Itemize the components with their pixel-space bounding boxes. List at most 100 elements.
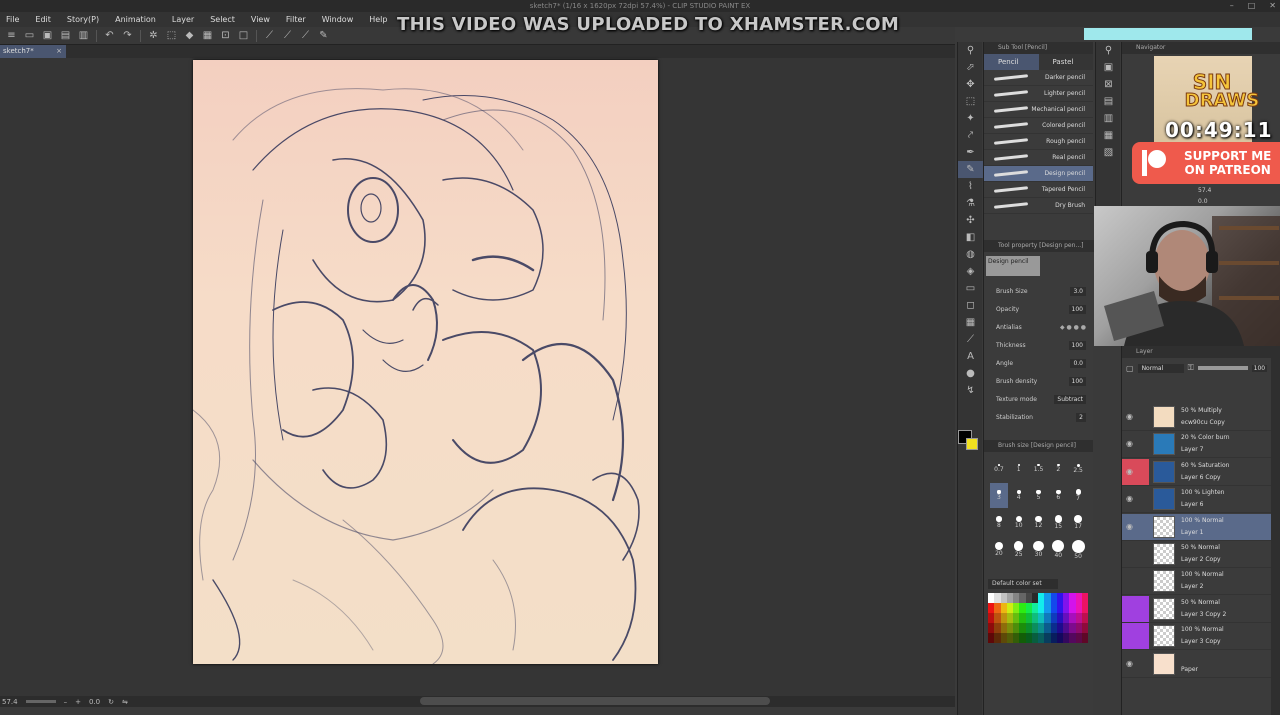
menu-select[interactable]: Select bbox=[210, 15, 235, 24]
prop-value[interactable]: 100 bbox=[1068, 340, 1086, 350]
prop-thickness[interactable]: Thickness 100 bbox=[984, 336, 1094, 354]
prop-texture-mode[interactable]: Texture mode Subtract bbox=[984, 390, 1094, 408]
opacity-slider[interactable] bbox=[1197, 366, 1248, 370]
brush-size-cell[interactable]: 15 bbox=[1049, 510, 1067, 535]
brush-rough-pencil[interactable]: Rough pencil bbox=[984, 134, 1093, 150]
brush-size-cell[interactable]: 40 bbox=[1049, 537, 1067, 562]
pen-setting-icon[interactable]: ✎ bbox=[318, 30, 329, 41]
tab-pastel[interactable]: Pastel bbox=[1039, 54, 1094, 70]
balloon-tool-icon[interactable]: ● bbox=[958, 365, 983, 382]
eyedropper-icon[interactable]: ⤤ bbox=[958, 127, 983, 144]
ruler-tool-icon[interactable]: ⟋ bbox=[958, 331, 983, 348]
layer-row[interactable]: ◉ 100 % Lighten Layer 6 bbox=[1122, 486, 1280, 514]
visibility-eye-icon[interactable]: ◉ bbox=[1126, 439, 1136, 449]
zoom-slider[interactable] bbox=[25, 700, 56, 703]
brush-size-cell[interactable]: 12 bbox=[1030, 510, 1048, 535]
layer-row[interactable]: ◉ 50 % Multiply ecw90cu Copy bbox=[1122, 404, 1280, 431]
frame-tool-icon[interactable]: ▦ bbox=[958, 314, 983, 331]
flip-icon[interactable]: ⇋ bbox=[122, 698, 128, 706]
layer-props-icon[interactable]: ▢ bbox=[1126, 364, 1134, 373]
menu-view[interactable]: View bbox=[251, 15, 270, 24]
blend-mode-select[interactable]: Normal bbox=[1137, 363, 1184, 373]
visibility-eye-icon[interactable]: ◉ bbox=[1126, 412, 1136, 422]
prop-value[interactable]: 100 bbox=[1068, 376, 1086, 386]
crop-icon[interactable]: ⊡ bbox=[220, 30, 231, 41]
drawing-canvas[interactable] bbox=[193, 60, 658, 664]
brush-size-cell[interactable]: 3 bbox=[990, 483, 1008, 508]
history-icon[interactable]: ▦ bbox=[1096, 127, 1121, 144]
brush-size-cell[interactable]: 1 bbox=[1010, 456, 1028, 481]
close-panel-icon[interactable]: ⊠ bbox=[1096, 76, 1121, 93]
layer-row[interactable]: 100 % Normal Layer 3 Copy bbox=[1122, 623, 1280, 651]
prop-value[interactable]: 3.0 bbox=[1070, 286, 1086, 296]
brush-size-cell[interactable]: 2.5 bbox=[1069, 456, 1087, 481]
undo-icon[interactable]: ↶ bbox=[104, 30, 115, 41]
redo-icon[interactable]: ↷ bbox=[122, 30, 133, 41]
menu-window[interactable]: Window bbox=[322, 15, 354, 24]
layer-row[interactable]: 50 % Normal Layer 2 Copy bbox=[1122, 541, 1280, 568]
minimize-button[interactable]: – bbox=[1230, 0, 1234, 12]
brush-size-cell[interactable]: 25 bbox=[1010, 537, 1028, 562]
visibility-eye-icon[interactable]: ◉ bbox=[1126, 467, 1136, 477]
prop-antialias[interactable]: Antialias ◆ ● ● ● bbox=[984, 318, 1094, 336]
grid-icon[interactable]: ▦ bbox=[202, 30, 213, 41]
fill-icon[interactable]: ◆ bbox=[184, 30, 195, 41]
export-icon[interactable]: ▥ bbox=[78, 30, 89, 41]
figure-tool-icon[interactable]: ◻ bbox=[958, 297, 983, 314]
brush-size-cell[interactable]: 4 bbox=[1010, 483, 1028, 508]
visibility-eye-icon[interactable] bbox=[1126, 631, 1136, 641]
material-icon[interactable]: ▣ bbox=[1096, 59, 1121, 76]
perspective-icon[interactable]: ⟋ bbox=[300, 30, 311, 41]
brush-size-cell[interactable]: 6 bbox=[1049, 483, 1067, 508]
layer-scrollbar[interactable] bbox=[1271, 346, 1280, 715]
search-icon[interactable]: ⚲ bbox=[1096, 42, 1121, 59]
close-button[interactable]: ✕ bbox=[1269, 0, 1276, 12]
opacity-value[interactable]: 100 bbox=[1251, 364, 1268, 372]
prop-value[interactable]: Subtract bbox=[1054, 394, 1086, 404]
color-swatches[interactable] bbox=[958, 430, 980, 452]
blend-tool-icon[interactable]: ◍ bbox=[958, 246, 983, 263]
palette-swatch[interactable] bbox=[1081, 623, 1088, 633]
menu-filter[interactable]: Filter bbox=[286, 15, 306, 24]
open-folder-icon[interactable]: ▣ bbox=[42, 30, 53, 41]
brush-size-cell[interactable]: 0.7 bbox=[990, 456, 1008, 481]
brush-size-cell[interactable]: 20 bbox=[990, 537, 1008, 562]
rotate-icon[interactable]: ↻ bbox=[108, 698, 114, 706]
sub-color-swatch[interactable] bbox=[966, 438, 978, 450]
menu-layer[interactable]: Layer bbox=[172, 15, 194, 24]
visibility-eye-icon[interactable] bbox=[1126, 604, 1136, 614]
prop-brush-size[interactable]: Brush Size 3.0 bbox=[984, 282, 1094, 300]
palette-swatch[interactable] bbox=[1081, 603, 1088, 613]
layer-row[interactable]: ◉ 20 % Color burn Layer 7 bbox=[1122, 431, 1280, 459]
operation-tool-icon[interactable]: ⬀ bbox=[958, 59, 983, 76]
prop-opacity[interactable]: Opacity 100 bbox=[984, 300, 1094, 318]
selection-tool-icon[interactable]: ⬚ bbox=[958, 93, 983, 110]
visibility-eye-icon[interactable]: ◉ bbox=[1126, 494, 1136, 504]
visibility-eye-icon[interactable] bbox=[1126, 576, 1136, 586]
fill-tool-icon[interactable]: ◈ bbox=[958, 263, 983, 280]
brush-colored-pencil[interactable]: Colored pencil bbox=[984, 118, 1093, 134]
ruler-snap-icon[interactable]: ⟋ bbox=[282, 30, 293, 41]
brush-design-pencil[interactable]: Design pencil bbox=[984, 166, 1093, 182]
antialias-options[interactable]: ◆ ● ● ● bbox=[1060, 324, 1086, 331]
tab-pencil[interactable]: Pencil bbox=[984, 54, 1039, 70]
brush-dry-brush[interactable]: Dry Brush bbox=[984, 198, 1093, 214]
layer-row[interactable]: ◉ Paper bbox=[1122, 651, 1280, 678]
brush-real-pencil[interactable]: Real pencil bbox=[984, 150, 1093, 166]
horizontal-scrollbar[interactable] bbox=[420, 697, 770, 705]
lock-icon[interactable]: ⚿ bbox=[1188, 363, 1194, 373]
brush-tapered-pencil[interactable]: Tapered Pencil bbox=[984, 182, 1093, 198]
menu-edit[interactable]: Edit bbox=[35, 15, 51, 24]
visibility-eye-icon[interactable] bbox=[1126, 549, 1136, 559]
ruler-icon[interactable]: ⟋ bbox=[264, 30, 275, 41]
text-tool-icon[interactable]: A bbox=[958, 348, 983, 365]
frame-icon[interactable]: □ bbox=[238, 30, 249, 41]
prop-stabilization[interactable]: Stabilization 2 bbox=[984, 408, 1094, 426]
correct-line-tool-icon[interactable]: ↯ bbox=[958, 382, 983, 399]
prop-brush-density[interactable]: Brush density 100 bbox=[984, 372, 1094, 390]
auto-select-icon[interactable]: ✦ bbox=[958, 110, 983, 127]
brush-mechanical-pencil[interactable]: Mechanical pencil bbox=[984, 102, 1093, 118]
visibility-eye-icon[interactable]: ◉ bbox=[1126, 522, 1136, 532]
prop-value[interactable]: 0.0 bbox=[1070, 358, 1086, 368]
visibility-eye-icon[interactable]: ◉ bbox=[1126, 659, 1136, 669]
